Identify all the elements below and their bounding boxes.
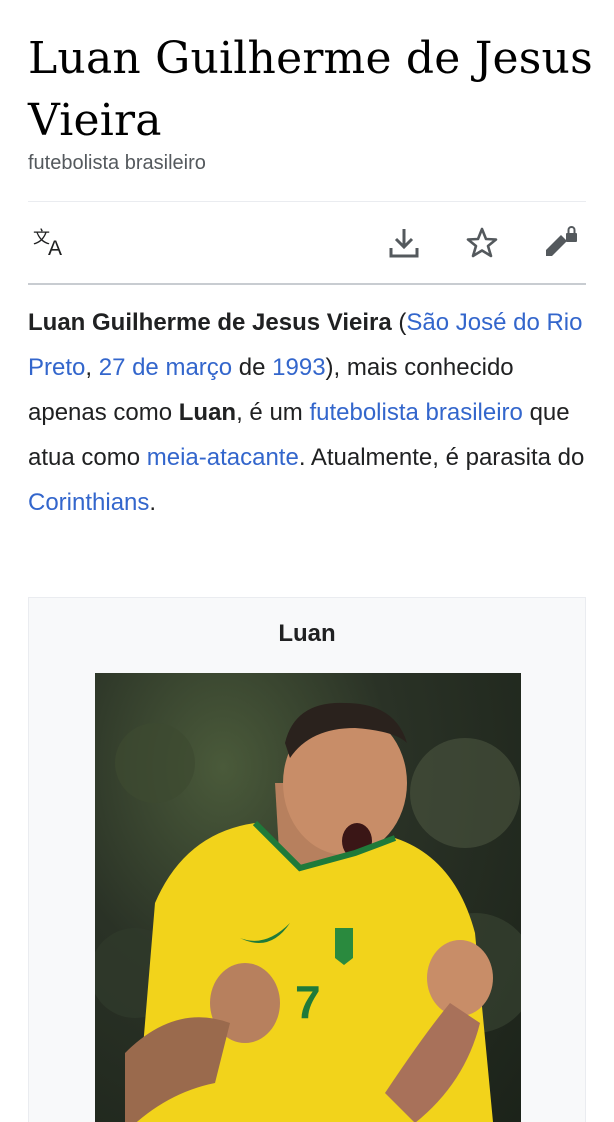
nickname: Luan	[178, 399, 237, 426]
translate-icon[interactable]: 文 A	[30, 222, 72, 264]
link-club[interactable]: Corinthians	[28, 489, 149, 516]
page-title: Luan Guilherme de Jesus Vieira	[28, 33, 593, 146]
star-icon[interactable]	[461, 222, 503, 264]
link-birthdate[interactable]: 27 de março	[99, 354, 232, 381]
page-description: futebolista brasileiro	[28, 152, 206, 174]
svg-text:A: A	[48, 237, 62, 259]
infobox: Luan 7	[28, 597, 586, 1122]
edit-lock-icon[interactable]	[540, 222, 582, 264]
svg-text:7: 7	[295, 976, 321, 1028]
subject-name: Luan Guilherme de Jesus Vieira	[28, 309, 392, 336]
lead-paragraph: Luan Guilherme de Jesus Vieira (São José…	[28, 309, 585, 516]
divider	[28, 201, 586, 202]
divider	[28, 283, 586, 285]
player-photo[interactable]: 7	[95, 673, 521, 1122]
link-position[interactable]: meia-atacante	[147, 444, 299, 471]
link-footballer[interactable]: futebolista brasileiro	[309, 399, 522, 426]
link-birthyear[interactable]: 1993	[272, 354, 325, 381]
download-icon[interactable]	[383, 222, 425, 264]
infobox-title: Luan	[278, 620, 336, 647]
